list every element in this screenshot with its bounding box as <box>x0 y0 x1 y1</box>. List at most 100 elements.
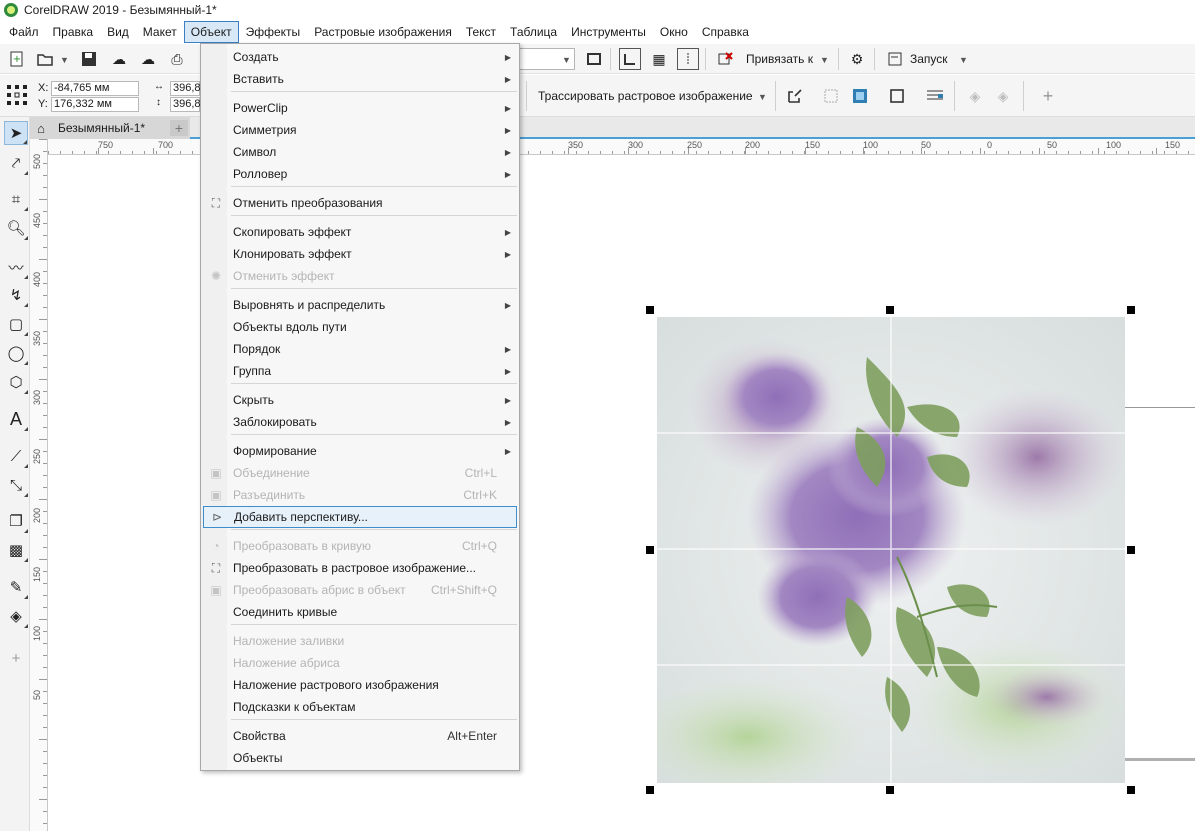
vertical-ruler[interactable]: 500 450 400 350 300 250 200 150 100 50 <box>30 139 48 831</box>
guidelines-icon[interactable] <box>677 48 699 70</box>
object-menu-item[interactable]: Объекты вдоль пути <box>203 316 517 338</box>
selection-handle[interactable] <box>646 546 654 554</box>
chevron-down-icon[interactable]: ▼ <box>60 55 69 65</box>
object-menu-item[interactable]: ⊳ Добавить перспективу... <box>203 506 517 528</box>
edit-bitmap-icon[interactable] <box>784 85 806 107</box>
reference-point-icon[interactable] <box>6 84 28 106</box>
drop-shadow-tool-icon[interactable]: ❐ <box>4 509 28 533</box>
document-tab[interactable]: ⌂ Безымянный-1* <box>30 117 190 139</box>
menu-4[interactable]: Объект <box>183 21 239 43</box>
bounding-box-icon[interactable] <box>886 85 908 107</box>
selection-handle[interactable] <box>886 306 894 314</box>
object-menu-item[interactable]: PowerClip ▶ <box>203 97 517 119</box>
lilac-bitmap-image[interactable] <box>657 317 1125 783</box>
selection-handle[interactable] <box>1127 306 1135 314</box>
chevron-down-icon[interactable]: ▼ <box>562 55 571 65</box>
resample-icon[interactable] <box>849 85 871 107</box>
snap-off-icon[interactable] <box>714 48 736 70</box>
object-menu-item[interactable]: Порядок ▶ <box>203 338 517 360</box>
trace-bitmap-dropdown[interactable]: Трассировать растровое изображение <box>538 89 753 103</box>
menu-10[interactable]: Окно <box>653 21 695 43</box>
text-tool-icon[interactable]: A <box>4 407 28 431</box>
object-menu-item[interactable]: Свойства Alt+Enter <box>203 725 517 747</box>
menu-9[interactable]: Инструменты <box>564 21 653 43</box>
y-position-field[interactable]: 176,332 мм <box>51 97 139 112</box>
artistic-media-tool-icon[interactable]: ↯ <box>4 283 28 307</box>
chevron-down-icon[interactable]: ▼ <box>959 55 968 65</box>
chevron-down-icon[interactable]: ▼ <box>758 92 767 102</box>
full-screen-icon[interactable] <box>583 48 605 70</box>
object-menu-item[interactable]: Скрыть ▶ <box>203 389 517 411</box>
menu-3[interactable]: Макет <box>136 21 184 43</box>
home-icon[interactable]: ⌂ <box>30 118 52 138</box>
menu-7[interactable]: Текст <box>459 21 503 43</box>
object-menu-item[interactable]: Клонировать эффект ▶ <box>203 243 517 265</box>
parallel-dimension-tool-icon[interactable]: ⟋ <box>4 444 28 468</box>
menu-0[interactable]: Файл <box>2 21 46 43</box>
selection-handle[interactable] <box>1127 546 1135 554</box>
object-menu-item[interactable]: Скопировать эффект ▶ <box>203 221 517 243</box>
add-tool-icon[interactable]: + <box>4 646 28 670</box>
new-document-icon[interactable]: + <box>6 48 28 70</box>
object-menu-item[interactable]: Группа ▶ <box>203 360 517 382</box>
object-menu-item[interactable]: Выровнять и распределить ▶ <box>203 294 517 316</box>
launch-dropdown[interactable]: Запуск <box>910 52 948 66</box>
object-menu-item[interactable]: Наложение заливки <box>203 630 517 652</box>
text-wrap-icon[interactable] <box>924 85 946 107</box>
object-menu-item[interactable]: Заблокировать ▶ <box>203 411 517 433</box>
width-field[interactable]: 396,8 <box>170 81 201 96</box>
object-menu-item[interactable]: Ролловер ▶ <box>203 163 517 185</box>
object-menu-item[interactable]: ▣ Преобразовать абрис в объект Ctrl+Shift+… <box>203 579 517 601</box>
menu-5[interactable]: Эффекты <box>239 21 308 43</box>
print-icon[interactable]: ⎙ <box>166 48 188 70</box>
object-menu-item[interactable]: Формирование ▶ <box>203 440 517 462</box>
transparency-tool-icon[interactable]: ▩ <box>4 538 28 562</box>
gear-icon[interactable]: ⚙ <box>846 48 868 70</box>
pick-tool-icon[interactable]: ➤ <box>4 121 28 145</box>
add-icon[interactable]: + <box>1037 85 1059 107</box>
selection-handle[interactable] <box>886 786 894 794</box>
cloud-upload-icon[interactable]: ☁ <box>137 48 159 70</box>
eyedropper-tool-icon[interactable]: ✎ <box>4 575 28 599</box>
object-menu-item[interactable]: ✺ Отменить эффект <box>203 265 517 287</box>
rectangle-tool-icon[interactable]: ▢ <box>4 312 28 336</box>
height-field[interactable]: 396,8 <box>170 97 201 112</box>
save-icon[interactable] <box>78 48 100 70</box>
polygon-tool-icon[interactable]: ⬡ <box>4 370 28 394</box>
add-tab-button[interactable]: + <box>170 120 188 136</box>
launcher-icon[interactable] <box>884 48 906 70</box>
menu-11[interactable]: Справка <box>695 21 756 43</box>
stack-icon[interactable]: ◈ <box>964 85 986 107</box>
grid-icon[interactable]: ▦ <box>648 48 670 70</box>
connector-tool-icon[interactable]: ⤡ <box>4 473 28 497</box>
object-menu-item[interactable]: Наложение растрового изображения <box>203 674 517 696</box>
zoom-tool-icon[interactable]: 🔍︎ <box>4 216 28 240</box>
open-folder-icon[interactable] <box>34 48 56 70</box>
menu-8[interactable]: Таблица <box>503 21 564 43</box>
interactive-fill-tool-icon[interactable]: ◈ <box>4 604 28 628</box>
object-menu-item[interactable]: ◔ Преобразовать в кривую Ctrl+Q <box>203 535 517 557</box>
object-menu-item[interactable]: Символ ▶ <box>203 141 517 163</box>
selection-handle[interactable] <box>1127 786 1135 794</box>
menu-2[interactable]: Вид <box>100 21 136 43</box>
object-menu-item[interactable]: ▣ Разъединить Ctrl+K <box>203 484 517 506</box>
object-menu-item[interactable]: Наложение абриса <box>203 652 517 674</box>
x-position-field[interactable]: -84,765 мм <box>51 81 139 96</box>
rulers-icon[interactable] <box>619 48 641 70</box>
object-menu-item[interactable]: ⛶ Преобразовать в растровое изображение..… <box>203 557 517 579</box>
object-menu-item[interactable]: Объекты <box>203 747 517 769</box>
crop-tool-icon[interactable]: ⌗ <box>4 187 28 211</box>
object-menu-item[interactable]: ⛶ Отменить преобразования <box>203 192 517 214</box>
stack-alt-icon[interactable]: ◈ <box>992 85 1014 107</box>
menu-6[interactable]: Растровые изображения <box>307 21 459 43</box>
ellipse-tool-icon[interactable]: ◯ <box>4 341 28 365</box>
cloud-download-icon[interactable]: ☁ <box>108 48 130 70</box>
crop-bitmap-icon[interactable] <box>820 85 842 107</box>
object-menu-item[interactable]: Симметрия ▶ <box>203 119 517 141</box>
selection-handle[interactable] <box>646 306 654 314</box>
object-menu-item[interactable]: Подсказки к объектам <box>203 696 517 718</box>
object-menu-item[interactable]: Соединить кривые <box>203 601 517 623</box>
object-menu-item[interactable]: Вставить ▶ <box>203 68 517 90</box>
object-menu-item[interactable]: ▣ Объединение Ctrl+L <box>203 462 517 484</box>
object-menu-item[interactable]: Создать ▶ <box>203 46 517 68</box>
